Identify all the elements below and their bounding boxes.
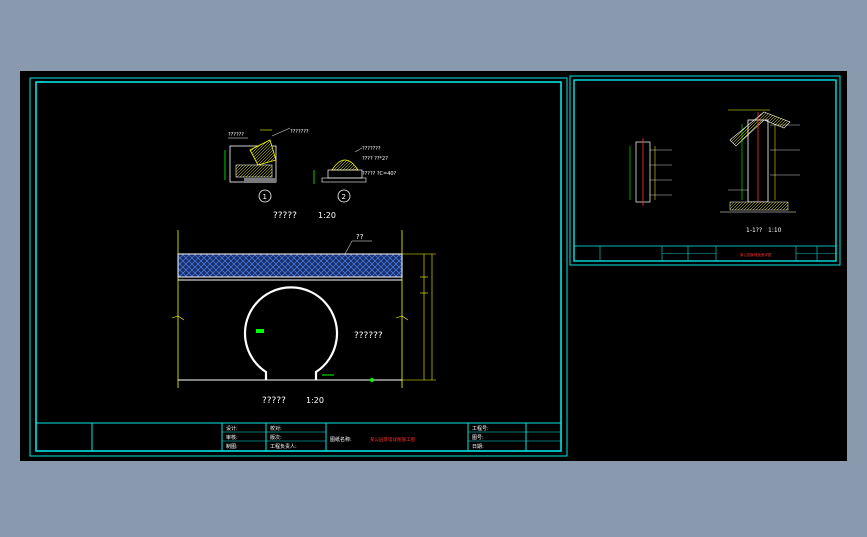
section-caption: 1-1?? (746, 227, 762, 234)
tb-project-name: 图纸名称: (330, 436, 352, 443)
tb-date: 日期: (472, 444, 484, 450)
tb-design: 设计: (226, 425, 238, 432)
detail-1-number: 1 (263, 193, 267, 201)
detail-2-label-1: ??????? (362, 146, 381, 152)
wall-coping (177, 253, 403, 278)
elevation-caption: ????? (262, 396, 286, 406)
details-caption: ????? (273, 211, 297, 221)
section-scale: 1:10 (768, 227, 782, 234)
model-space (20, 71, 847, 461)
tb-check: 审核: (226, 434, 238, 441)
detail-2-number: 2 (342, 193, 346, 201)
opening-label: ?????? (354, 331, 383, 341)
tb-project-no: 工程号: (472, 425, 489, 432)
detail-1-label: ?????? (228, 132, 244, 138)
svg-text:???????: ??????? (290, 129, 309, 135)
tb-project-name-value: 某公园景墙详图施工图 (370, 436, 415, 443)
tb-rev: 版次: (270, 434, 282, 441)
cad-viewer-canvas: ?????? ??????? 1 ??????? ???? ??*2? ????… (0, 0, 867, 533)
coping-tag: ?? (356, 233, 364, 241)
tb-review: 校对: (270, 425, 282, 432)
elevation-scale: 1:20 (306, 396, 324, 405)
tb-draw: 制图: (226, 443, 238, 450)
details-scale: 1:20 (318, 211, 336, 220)
tb-drawing-no: 图号: (472, 435, 484, 441)
tb-company: 工程负责人: (270, 443, 297, 450)
detail-2-label-2: ???? ??*2? (362, 156, 388, 162)
detail-2-label-3: ????? ?C=40? (362, 171, 397, 177)
sheet-2-title: 某公园景墙剖面详图 (740, 252, 772, 257)
